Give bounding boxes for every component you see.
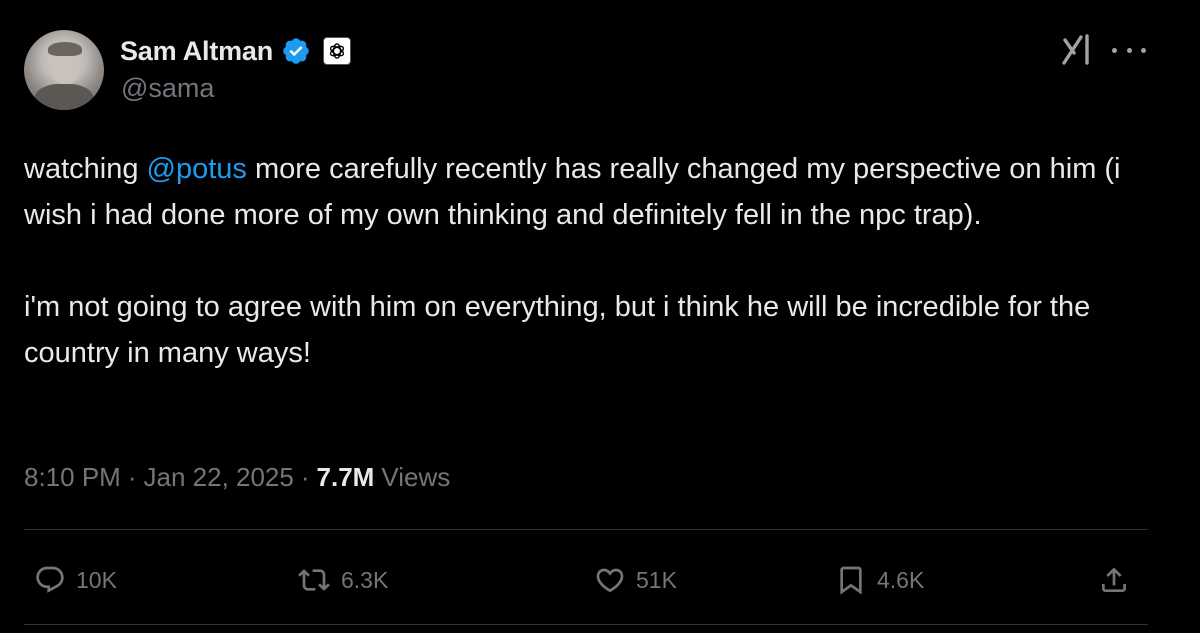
openai-logo-icon[interactable] xyxy=(323,37,352,65)
grok-icon[interactable] xyxy=(1060,32,1094,68)
like-icon xyxy=(594,564,626,596)
views-label: Views xyxy=(381,462,451,492)
bookmark-icon xyxy=(835,564,867,596)
bookmark-button[interactable]: 4.6K xyxy=(835,555,924,605)
author-name-row: Sam Altman xyxy=(120,34,352,68)
bottom-divider xyxy=(24,624,1148,625)
author-handle[interactable]: @sama xyxy=(121,73,214,104)
repost-icon xyxy=(297,564,331,596)
repost-count: 6.3K xyxy=(341,566,389,593)
avatar[interactable] xyxy=(24,30,104,110)
repost-button[interactable]: 6.3K xyxy=(297,555,388,605)
author-display-name[interactable]: Sam Altman xyxy=(120,36,273,67)
like-button[interactable]: 51K xyxy=(594,555,677,605)
tweet-time[interactable]: 8:10 PM xyxy=(24,462,121,493)
tweet-meta: 8:10 PM · Jan 22, 2025 · 7.7M Views xyxy=(24,462,451,493)
share-icon xyxy=(1098,564,1130,596)
action-bar: 10K 6.3K 51K 4.6K xyxy=(0,555,1200,605)
more-options-icon[interactable] xyxy=(1112,38,1146,62)
tweet-text: watching @potus more carefully recently … xyxy=(24,146,1154,376)
share-button[interactable] xyxy=(1098,555,1130,605)
tweet-date[interactable]: Jan 22, 2025 xyxy=(144,462,294,493)
views-count: 7.7M xyxy=(316,462,375,492)
reply-icon xyxy=(34,564,66,596)
tweet-paragraph-1: watching @potus more carefully recently … xyxy=(24,153,1121,231)
tweet-card: Sam Altman @sama watching @potus more ca… xyxy=(0,0,1200,633)
like-count: 51K xyxy=(636,566,677,593)
verified-badge-icon[interactable] xyxy=(281,36,311,66)
mention-link[interactable]: @potus xyxy=(147,153,247,185)
reply-button[interactable]: 10K xyxy=(34,555,117,605)
divider xyxy=(24,529,1148,530)
reply-count: 10K xyxy=(76,566,117,593)
bookmark-count: 4.6K xyxy=(877,566,925,593)
tweet-paragraph-2: i'm not going to agree with him on every… xyxy=(24,291,1091,369)
